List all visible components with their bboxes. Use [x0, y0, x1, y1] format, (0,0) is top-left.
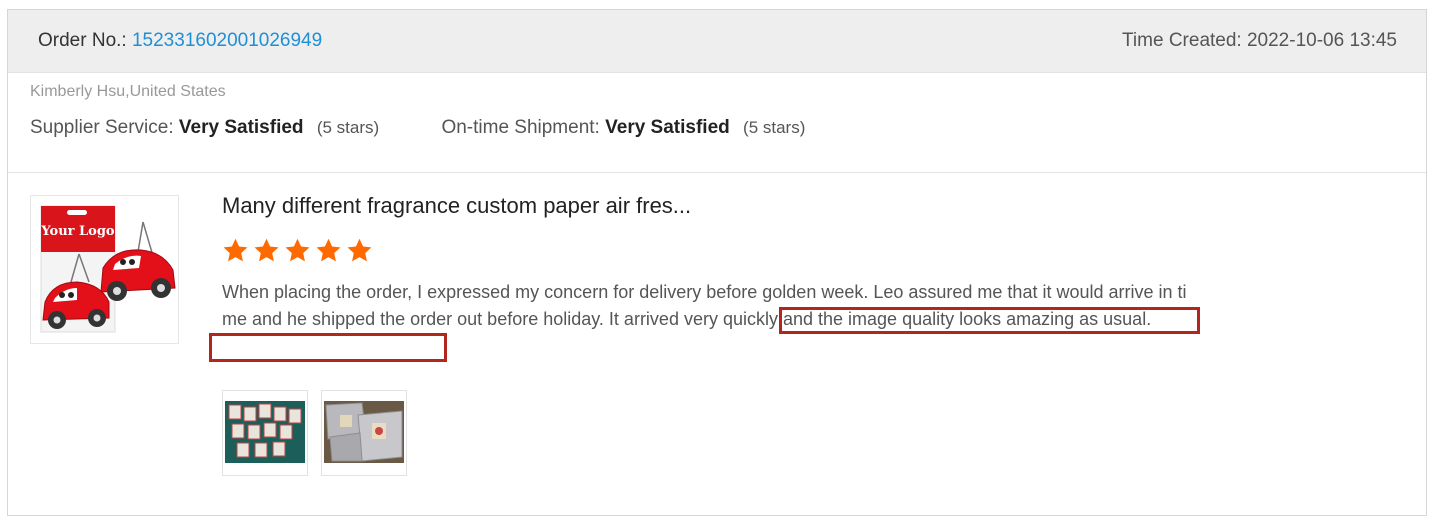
star-icon	[254, 238, 279, 262]
on-time-shipment-rating: On-time Shipment: Very Satisfied (5 star…	[441, 117, 805, 139]
star-icon	[347, 238, 372, 262]
supplier-service-rating: Supplier Service: Very Satisfied (5 star…	[30, 117, 379, 139]
section-divider	[8, 172, 1426, 173]
product-title-link[interactable]: Many different fragrance custom paper ai…	[222, 193, 691, 219]
supplier-service-label: Supplier Service:	[30, 117, 174, 138]
order-header: Order No.: 152331602001026949 Time Creat…	[8, 10, 1426, 73]
review-photo-thumbnail[interactable]	[222, 390, 308, 476]
order-number-label: Order No.:	[38, 30, 127, 51]
review-photo-1-image	[223, 391, 307, 475]
on-time-shipment-stars: (5 stars)	[743, 118, 806, 137]
star-icon	[223, 238, 248, 262]
star-icon	[316, 238, 341, 262]
time-created: Time Created: 2022-10-06 13:45	[1122, 30, 1397, 51]
order-number-row: Order No.: 152331602001026949	[38, 30, 322, 52]
on-time-shipment-label: On-time Shipment:	[441, 117, 600, 138]
product-image[interactable]: Your Logo	[30, 195, 179, 344]
supplier-service-value: Very Satisfied	[178, 117, 304, 138]
review-photo-thumbnail[interactable]	[321, 390, 407, 476]
product-star-rating	[222, 237, 373, 265]
air-freshener-car-image: Your Logo	[31, 196, 178, 343]
review-text: When placing the order, I expressed my c…	[222, 282, 1187, 329]
order-number-link[interactable]: 152331602001026949	[132, 30, 322, 51]
on-time-shipment-value: Very Satisfied	[605, 117, 730, 138]
review-photo-2-image	[322, 391, 406, 475]
buyer-info: Kimberly Hsu,United States	[30, 83, 226, 100]
supplier-service-stars: (5 stars)	[316, 118, 380, 137]
star-icon	[285, 238, 310, 262]
logo-text: Your Logo	[40, 224, 115, 239]
ratings-row: Supplier Service: Very Satisfied (5 star…	[30, 117, 805, 139]
